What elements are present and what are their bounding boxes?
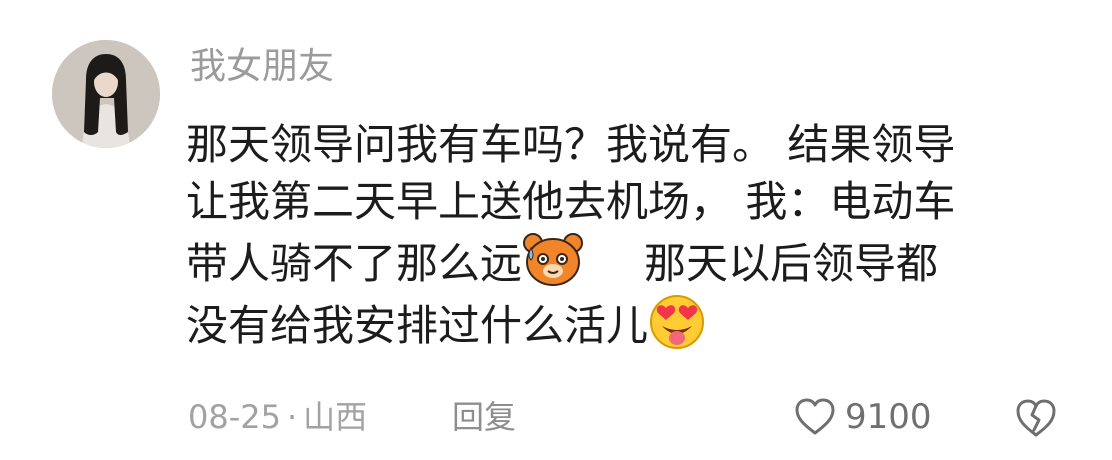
comment-segment: 没有给我安排过什么活儿 xyxy=(186,301,649,350)
comment-line: 带人骑不了那么远 那天以后领导都 xyxy=(186,230,1066,292)
like-count: 9100 xyxy=(845,397,932,437)
avatar-portrait xyxy=(52,40,160,148)
comment-line: 让我第二天早上送他去机场， 我：电动车 xyxy=(186,177,956,226)
comment-segment: 带人骑不了那么远 xyxy=(186,239,523,288)
meta-separator: · xyxy=(286,398,298,436)
comment-date: 08-25 xyxy=(188,398,281,436)
heart-outline-icon xyxy=(795,398,835,435)
comment-location: 山西 xyxy=(303,398,368,436)
comment-line: 没有给我安排过什么活儿 xyxy=(186,292,1066,354)
reply-button[interactable]: 回复 xyxy=(452,392,516,442)
bear-sweat-emoji xyxy=(523,233,584,286)
comment-segment: 那天以后领导都 xyxy=(644,239,939,288)
comment-meta: 08-25 · 山西 xyxy=(188,392,367,442)
heart-eyes-tongue-emoji xyxy=(650,295,705,349)
comment-text: 那天领导问我有车吗？我说有。 结果领导 让我第二天早上送他去机场， 我：电动车 … xyxy=(186,116,1066,354)
comment-line: 那天领导问我有车吗？我说有。 结果领导 xyxy=(186,120,956,169)
avatar[interactable] xyxy=(52,40,160,148)
username[interactable]: 我女朋友 xyxy=(190,42,334,92)
like-button[interactable]: 9100 xyxy=(793,392,932,442)
broken-heart-icon[interactable] xyxy=(1014,396,1058,440)
